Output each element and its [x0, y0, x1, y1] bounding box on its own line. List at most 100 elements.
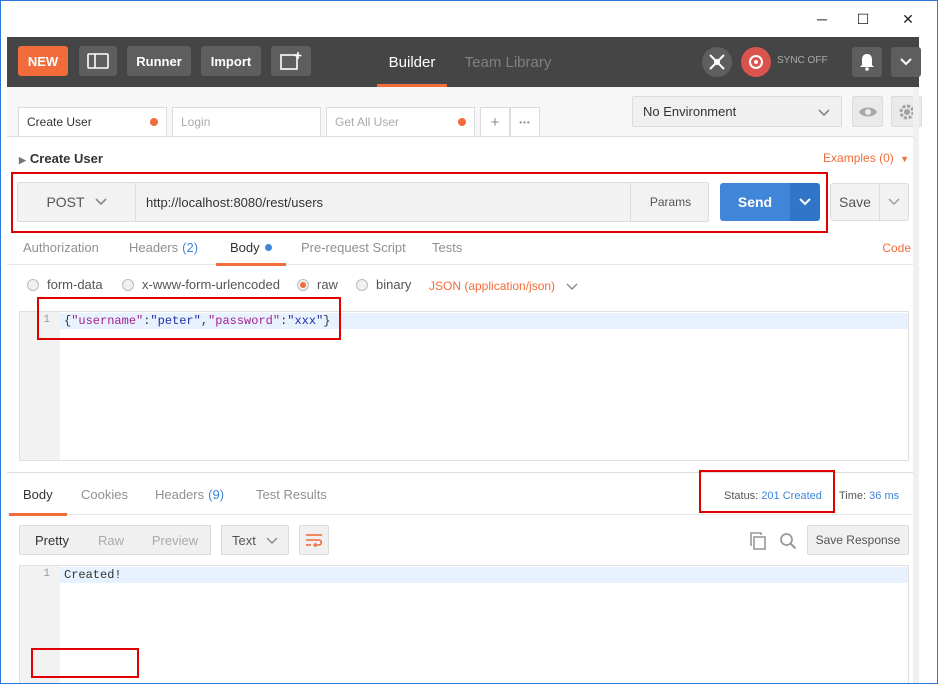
- json-brace: }: [323, 314, 331, 328]
- postman-window: ─ ☐ ✕ NEW Runner Import Builder Team Lib…: [0, 0, 938, 684]
- view-raw-button[interactable]: Raw: [84, 526, 138, 554]
- title-bar: ─ ☐ ✕: [1, 1, 937, 37]
- main-content: Create User Login Get All User + ••• No …: [7, 87, 922, 683]
- new-window-button[interactable]: [271, 46, 311, 76]
- sync-button[interactable]: [741, 47, 771, 77]
- code-line: {"username": "peter", "password": "xxx"}: [60, 313, 908, 329]
- save-response-button[interactable]: Save Response: [807, 525, 909, 555]
- chevron-down-icon: [818, 109, 830, 117]
- import-button[interactable]: Import: [201, 46, 261, 76]
- response-body-viewer[interactable]: 1 Created!: [19, 565, 909, 683]
- response-tab-body[interactable]: Body: [9, 473, 67, 516]
- interceptor-button[interactable]: [702, 47, 732, 77]
- radio-form-data[interactable]: form-data: [27, 277, 103, 292]
- tab-builder[interactable]: Builder: [377, 37, 447, 87]
- response-tab-headers[interactable]: Headers (9): [155, 473, 224, 515]
- editor-gutter: [20, 312, 60, 460]
- line-number: 1: [43, 568, 50, 580]
- examples-dropdown[interactable]: Examples (0) ▼: [823, 151, 909, 165]
- params-button[interactable]: Params: [630, 183, 710, 221]
- search-response-button[interactable]: [778, 531, 798, 551]
- add-tab-button[interactable]: +: [480, 107, 510, 136]
- response-format-select[interactable]: Text: [221, 525, 289, 555]
- response-tab-cookies[interactable]: Cookies: [81, 473, 128, 515]
- send-button[interactable]: Send: [720, 183, 790, 221]
- chevron-down-icon: [566, 283, 578, 290]
- request-name: Create User: [29, 151, 103, 166]
- json-key: "username": [71, 314, 144, 328]
- request-tab-label: Get All User: [335, 115, 400, 129]
- time-value[interactable]: 36 ms: [869, 490, 899, 502]
- sync-icon: [749, 55, 763, 69]
- radio-circle-selected: [297, 278, 309, 291]
- json-string: "peter": [150, 314, 201, 328]
- response-view-modes: Pretty Raw Preview: [19, 525, 211, 555]
- wrap-lines-button[interactable]: [299, 525, 329, 555]
- tab-body[interactable]: Body: [216, 229, 286, 266]
- request-title[interactable]: ▶ Create User: [19, 151, 103, 166]
- maximize-button[interactable]: ☐: [840, 1, 886, 37]
- scrollbar[interactable]: [913, 87, 919, 683]
- tab-authorization[interactable]: Authorization: [23, 229, 99, 265]
- new-window-icon: [280, 52, 302, 70]
- tab-label: Body: [230, 239, 260, 255]
- runner-button[interactable]: Runner: [127, 46, 191, 76]
- response-tab-test-results[interactable]: Test Results: [256, 473, 327, 515]
- settings-menu-button[interactable]: [891, 47, 921, 77]
- tab-headers[interactable]: Headers (2): [129, 229, 198, 265]
- content-type-value: JSON (application/json): [429, 279, 556, 293]
- environment-value: No Environment: [643, 104, 737, 119]
- request-tab-create-user[interactable]: Create User: [18, 107, 167, 136]
- tab-tests[interactable]: Tests: [432, 229, 462, 265]
- request-body-editor[interactable]: 1 {"username": "peter", "password": "xxx"}: [19, 311, 909, 461]
- radio-binary[interactable]: binary: [356, 277, 411, 292]
- tab-label: Headers: [129, 239, 179, 255]
- response-status: Status: 201 Created: [724, 490, 822, 502]
- chevron-down-icon: [266, 537, 278, 544]
- caret-down-icon: ▼: [900, 154, 909, 164]
- request-tab-label: Create User: [27, 115, 92, 129]
- radio-circle: [122, 278, 134, 291]
- radio-label: form-data: [47, 277, 103, 292]
- request-tab-bar: Create User Login Get All User + •••: [7, 87, 627, 137]
- copy-response-button[interactable]: [748, 531, 768, 551]
- json-brace: {: [64, 314, 72, 328]
- more-tabs-button[interactable]: •••: [510, 107, 540, 136]
- close-button[interactable]: ✕: [885, 1, 931, 37]
- radio-raw[interactable]: raw: [297, 277, 338, 292]
- response-time: Time: 36 ms: [839, 490, 899, 502]
- tab-team-library[interactable]: Team Library: [459, 37, 557, 87]
- minimize-button[interactable]: ─: [799, 1, 845, 37]
- request-tab-get-all-user[interactable]: Get All User: [326, 107, 475, 136]
- send-options-button[interactable]: [790, 183, 820, 221]
- save-options-button[interactable]: [880, 183, 909, 221]
- content-type-select[interactable]: JSON (application/json): [429, 279, 578, 293]
- copy-icon: [750, 532, 766, 550]
- tab-pre-request-script[interactable]: Pre-request Script: [301, 229, 406, 265]
- request-tab-login[interactable]: Login: [172, 107, 321, 136]
- request-tab-label: Login: [181, 115, 211, 129]
- radio-urlencoded[interactable]: x-www-form-urlencoded: [122, 277, 280, 292]
- view-pretty-button[interactable]: Pretty: [20, 526, 84, 554]
- json-comma: ,: [200, 314, 209, 328]
- environment-select[interactable]: No Environment: [632, 96, 842, 127]
- generate-code-link[interactable]: Code: [882, 241, 911, 255]
- json-string: "xxx": [287, 314, 324, 328]
- view-preview-button[interactable]: Preview: [138, 526, 212, 554]
- url-bar: POST http://localhost:8080/rest/users Pa…: [17, 182, 709, 222]
- method-select[interactable]: POST: [18, 183, 136, 221]
- header-count: (2): [182, 239, 199, 255]
- url-input[interactable]: http://localhost:8080/rest/users: [136, 183, 630, 221]
- toggle-sidebar-button[interactable]: [79, 46, 117, 76]
- format-value: Text: [232, 532, 256, 548]
- time-label: Time:: [839, 490, 867, 502]
- wrap-lines-icon: [306, 534, 323, 547]
- environment-quick-look-button[interactable]: [852, 96, 883, 127]
- chevron-down-icon: [94, 198, 107, 206]
- notifications-button[interactable]: [852, 47, 882, 77]
- chevron-down-icon: [799, 198, 811, 206]
- radio-circle: [356, 278, 368, 291]
- save-button[interactable]: Save: [830, 183, 880, 221]
- new-button[interactable]: NEW: [18, 46, 68, 76]
- status-value[interactable]: 201 Created: [761, 490, 822, 502]
